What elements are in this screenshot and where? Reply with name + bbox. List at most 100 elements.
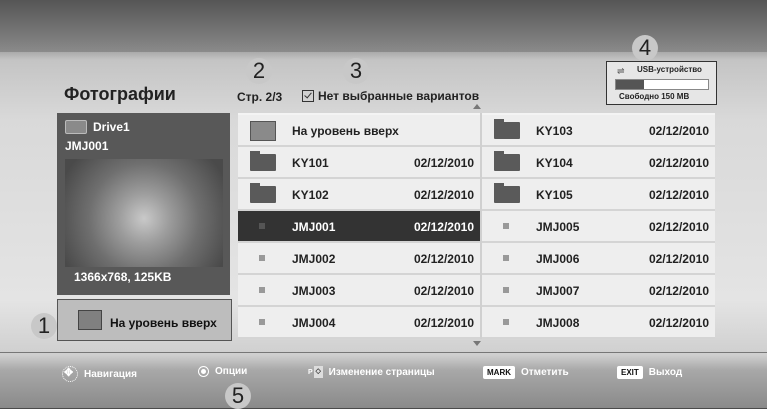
usb-icon: ⇌ <box>617 66 625 76</box>
preview-info: 1366x768, 125KB <box>74 270 172 284</box>
file-name: JMJ006 <box>536 252 580 266</box>
file-item[interactable]: KY101 02/12/2010 <box>238 147 480 179</box>
folder-icon <box>494 119 520 139</box>
selection-status: Нет выбранные вариантов <box>302 89 479 103</box>
file-item[interactable]: KY102 02/12/2010 <box>238 179 480 211</box>
photo-icon <box>503 287 509 293</box>
file-item[interactable]: JMJ003 02/12/2010 <box>238 275 480 307</box>
file-date: 02/12/2010 <box>648 252 709 266</box>
file-name: KY104 <box>536 156 573 170</box>
file-name: JMJ005 <box>536 220 580 234</box>
file-name: KY105 <box>536 188 573 202</box>
scroll-up-arrow[interactable] <box>473 104 481 109</box>
file-item[interactable]: JMJ007 02/12/2010 <box>482 275 715 307</box>
photo-icon <box>503 223 509 229</box>
ok-button-icon <box>198 366 209 377</box>
file-name: JMJ002 <box>292 252 336 266</box>
footer-mark[interactable]: MARK Отметить <box>483 366 569 379</box>
callout-4: 4 <box>632 35 658 61</box>
photo-icon <box>259 319 265 325</box>
usb-label: USB-устройство <box>637 65 702 74</box>
up-folder-icon <box>78 310 102 330</box>
file-name: KY103 <box>536 124 573 138</box>
drive-label: Drive1 <box>65 120 130 134</box>
page-title: Фотографии <box>64 84 176 104</box>
drive-name: Drive1 <box>93 120 130 134</box>
up-level-label: На уровень вверх <box>110 316 217 330</box>
file-name: JMJ003 <box>292 284 336 298</box>
file-date: 02/12/2010 <box>648 220 709 234</box>
callout-1: 1 <box>31 313 57 339</box>
file-date: 02/12/2010 <box>413 220 474 234</box>
file-date: 02/12/2010 <box>648 124 709 138</box>
callout-3: 3 <box>343 58 369 84</box>
footer-nav: Навигация <box>62 366 137 382</box>
photo-icon <box>503 319 509 325</box>
footer-page-label: Изменение страницы <box>328 366 435 378</box>
file-date: 02/12/2010 <box>648 316 709 330</box>
file-date: 02/12/2010 <box>413 284 474 298</box>
file-item[interactable]: KY103 02/12/2010 <box>482 115 715 147</box>
footer-nav-label: Навигация <box>84 368 137 380</box>
file-item[interactable]: JMJ001 02/12/2010 <box>238 211 480 243</box>
file-grid: На уровень вверх KY103 02/12/2010 KY101 02/1… <box>238 113 715 339</box>
file-name: JMJ004 <box>292 316 336 330</box>
file-name: JMJ007 <box>536 284 580 298</box>
up-level-button[interactable]: На уровень вверх <box>57 299 232 341</box>
file-item[interactable]: JMJ002 02/12/2010 <box>238 243 480 275</box>
drive-icon <box>65 120 87 134</box>
callout-2: 2 <box>246 58 272 84</box>
footer-mark-label: Отметить <box>521 367 569 378</box>
folder-icon <box>250 183 276 203</box>
usb-free-space: Свободно 150 MB <box>619 92 690 101</box>
preview-filename: JMJ001 <box>65 139 109 153</box>
photo-icon <box>259 287 265 293</box>
folder-icon <box>494 183 520 203</box>
file-date: 02/12/2010 <box>648 156 709 170</box>
checkbox-icon <box>302 90 314 102</box>
file-name: JMJ001 <box>292 220 336 234</box>
exit-key: EXIT <box>617 366 643 379</box>
preview-thumbnail <box>65 159 223 267</box>
mark-key: MARK <box>483 366 515 379</box>
file-date: 02/12/2010 <box>413 156 474 170</box>
file-item[interactable]: KY104 02/12/2010 <box>482 147 715 179</box>
file-date: 02/12/2010 <box>648 284 709 298</box>
page-key-icon: P ◇ <box>308 366 323 378</box>
file-date: 02/12/2010 <box>413 316 474 330</box>
column-divider <box>480 113 482 339</box>
usb-status-panel: ⇌ USB-устройство Свободно 150 MB <box>606 61 717 105</box>
file-name: KY102 <box>292 188 329 202</box>
file-item[interactable]: JMJ004 02/12/2010 <box>238 307 480 339</box>
file-item[interactable]: JMJ006 02/12/2010 <box>482 243 715 275</box>
photo-icon <box>259 223 265 229</box>
file-date: 02/12/2010 <box>648 188 709 202</box>
file-name: На уровень вверх <box>292 124 399 138</box>
file-name: JMJ008 <box>536 316 580 330</box>
footer-options-label: Опции <box>215 366 248 377</box>
file-name: KY101 <box>292 156 329 170</box>
file-item[interactable]: На уровень вверх <box>238 115 480 147</box>
file-date: 02/12/2010 <box>413 188 474 202</box>
preview-panel: Drive1 JMJ001 1366x768, 125KB <box>57 113 230 295</box>
file-item[interactable]: JMJ008 02/12/2010 <box>482 307 715 339</box>
selection-text: Нет выбранные вариантов <box>318 89 480 103</box>
callout-5: 5 <box>225 383 251 409</box>
footer-page-change[interactable]: P ◇ Изменение страницы <box>308 366 435 378</box>
up-folder-icon <box>250 121 276 141</box>
footer-options[interactable]: Опции <box>198 366 247 377</box>
usb-capacity-bar <box>615 79 709 90</box>
footer-separator <box>0 352 767 353</box>
file-item[interactable]: JMJ005 02/12/2010 <box>482 211 715 243</box>
usb-capacity-fill <box>616 80 644 89</box>
folder-icon <box>494 151 520 171</box>
footer-exit[interactable]: EXIT Выход <box>617 366 682 379</box>
file-date: 02/12/2010 <box>413 252 474 266</box>
file-item[interactable]: KY105 02/12/2010 <box>482 179 715 211</box>
scroll-down-arrow[interactable] <box>473 341 481 346</box>
footer-exit-label: Выход <box>648 367 683 378</box>
photo-icon <box>259 255 265 261</box>
folder-icon <box>250 151 276 171</box>
photo-icon <box>503 255 509 261</box>
footer-bar: Навигация Опции P◇ Изменение страницы MA… <box>60 357 720 385</box>
